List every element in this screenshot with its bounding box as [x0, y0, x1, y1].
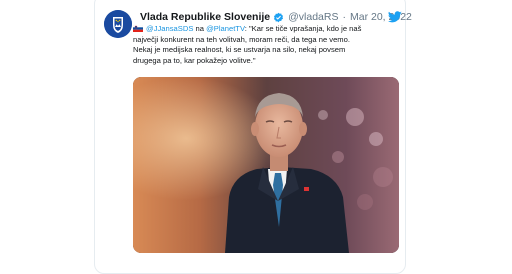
tweet-line-3: Nekaj je medijska realnost, ki se ustvar…: [133, 45, 346, 55]
tweet-text: @JJansaSDS na @PlanetTV: "Kar se tiče vp…: [133, 24, 395, 66]
tweet-date[interactable]: Mar 20, 2022: [350, 11, 412, 23]
portrait-photo: [133, 77, 399, 253]
slovenia-flag-icon: [133, 25, 143, 32]
display-name[interactable]: Vlada Republike Slovenije: [140, 11, 270, 23]
tweet-media-photo[interactable]: [133, 77, 399, 253]
separator-dot: ·: [342, 11, 347, 23]
avatar[interactable]: [104, 10, 132, 38]
tweet-line-4: drugega pa to, kar pokažejo volitve.": [133, 55, 256, 65]
tweet-line-1: @JJansaSDS na @PlanetTV: "Kar se tiče vp…: [133, 24, 395, 35]
government-crest-icon: [104, 10, 132, 38]
text-na: na: [193, 24, 207, 33]
mention-jjansasds[interactable]: @JJansaSDS: [146, 24, 193, 33]
mention-planettv[interactable]: @PlanetTV: [206, 24, 245, 33]
tweet-line-2: največji konkurent na teh volitvah, mora…: [133, 34, 350, 44]
tweet-header: Vlada Republike Slovenije @vladaRS · Mar…: [140, 10, 412, 24]
handle[interactable]: @vladaRS: [288, 11, 338, 23]
verified-badge-icon: [273, 12, 284, 23]
text-line-1-rest: : "Kar se tiče vprašanja, kdo je naš: [244, 24, 362, 33]
twitter-bird-icon[interactable]: [387, 10, 402, 23]
